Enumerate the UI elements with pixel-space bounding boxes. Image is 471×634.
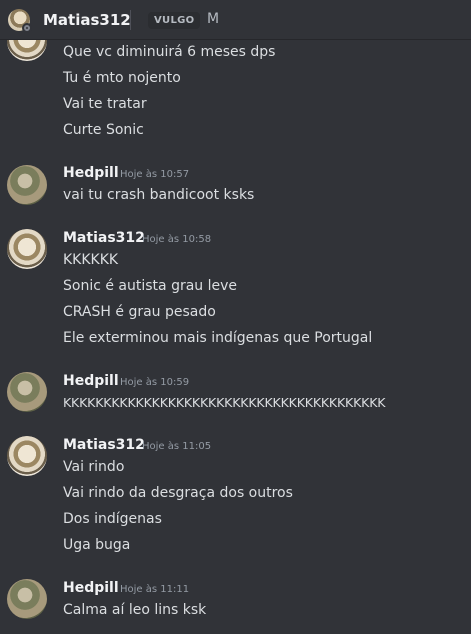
avatar[interactable] bbox=[7, 372, 47, 412]
message-author[interactable]: Matias312 bbox=[63, 230, 145, 246]
avatar[interactable] bbox=[7, 579, 47, 619]
user-tag-extra: M bbox=[207, 11, 220, 27]
user-tag-badge: VULGO bbox=[148, 12, 201, 29]
message-line: Sonic é autista grau leve bbox=[63, 278, 238, 294]
message-line: CRASH é grau pesado bbox=[63, 304, 216, 320]
message-timestamp: Hoje às 10:58 bbox=[142, 234, 212, 245]
avatar[interactable] bbox=[7, 229, 47, 269]
message-author[interactable]: Hedpill bbox=[63, 165, 119, 181]
header-divider bbox=[130, 10, 131, 30]
message-author[interactable]: Hedpill bbox=[63, 580, 119, 596]
message-line: Curte Sonic bbox=[63, 122, 144, 138]
avatar[interactable] bbox=[7, 436, 47, 476]
message-line: Ele exterminou mais indígenas que Portug… bbox=[63, 330, 373, 346]
message-line: KKKKKK bbox=[63, 252, 119, 268]
message-line: Que vc diminuirá 6 meses dps bbox=[63, 44, 276, 60]
message-line: Vai rindo bbox=[63, 459, 125, 475]
message-timestamp: Hoje às 10:57 bbox=[120, 169, 190, 180]
message-timestamp: Hoje às 11:11 bbox=[120, 584, 190, 595]
header-username[interactable]: Matias312 bbox=[43, 11, 131, 29]
channel-header: Matias312 VULGO M bbox=[0, 0, 471, 40]
message-line: Tu é mto nojento bbox=[63, 70, 181, 86]
message-line: Uga buga bbox=[63, 537, 131, 553]
message-author[interactable]: Hedpill bbox=[63, 373, 119, 389]
message-line: Vai te tratar bbox=[63, 96, 147, 112]
message-line: Calma aí leo lins ksk bbox=[63, 602, 207, 618]
offline-status-icon bbox=[22, 23, 32, 33]
message-author[interactable]: Matias312 bbox=[63, 437, 145, 453]
message-timestamp: Hoje às 10:59 bbox=[120, 377, 190, 388]
message-line: Vai rindo da desgraça dos outros bbox=[63, 485, 293, 501]
message-timestamp: Hoje às 11:05 bbox=[142, 441, 212, 452]
avatar[interactable] bbox=[7, 165, 47, 205]
message-line: KKKKKKKKKKKKKKKKKKKKKKKKKKKKKKKKKKKKKKKK bbox=[63, 395, 386, 410]
message-line: vai tu crash bandicoot ksks bbox=[63, 187, 255, 203]
message-line: Dos indígenas bbox=[63, 511, 162, 527]
